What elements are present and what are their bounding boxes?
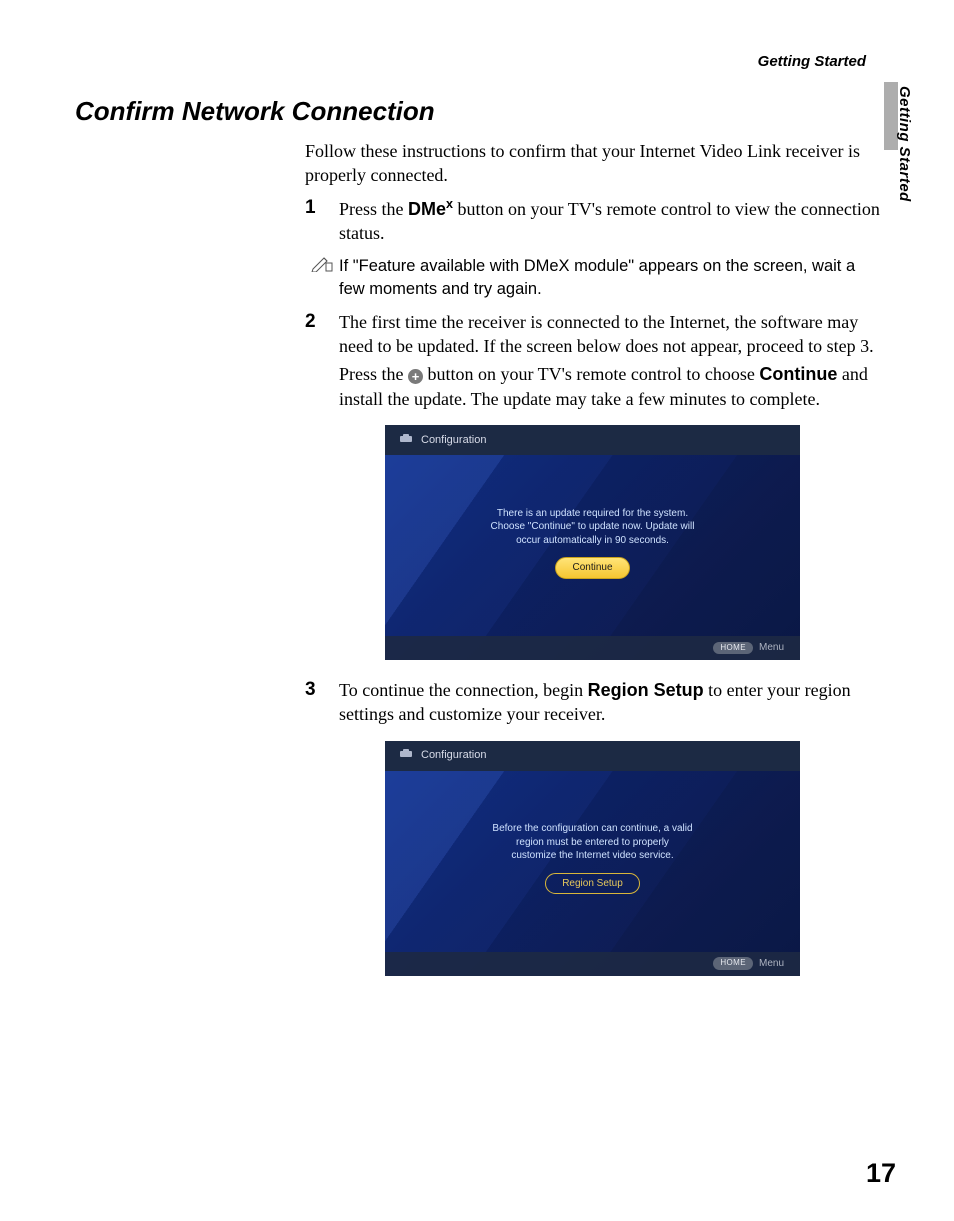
tv-message: Before the configuration can continue, a… [492,822,692,863]
body-column: Follow these instructions to confirm tha… [305,139,880,976]
tv-screenshot-region: Configuration Before the configuration c… [385,741,800,976]
text: To continue the connection, begin [339,680,588,700]
step-number: 3 [305,678,339,731]
continue-button[interactable]: Continue [555,557,629,579]
step-number: 2 [305,310,339,415]
continue-label: Continue [759,364,837,384]
dmex-button-label: DMex [408,199,453,219]
step-3: 3 To continue the connection, begin Regi… [305,678,880,731]
tv-screenshot-update: Configuration There is an update require… [385,425,800,660]
section-title: Confirm Network Connection [75,94,879,129]
text: The first time the receiver is connected… [339,310,880,359]
step-body: The first time the receiver is connected… [339,310,880,415]
step-number: 1 [305,196,339,250]
step-body: To continue the connection, begin Region… [339,678,880,731]
page-number: 17 [866,1155,896,1191]
region-setup-button[interactable]: Region Setup [545,873,640,895]
region-setup-label: Region Setup [588,680,704,700]
text: Press the [339,199,408,219]
side-section-label: Getting Started [894,86,914,202]
tv-footer: HOME Menu [385,636,800,660]
step-1: 1 Press the DMex button on your TV's rem… [305,196,880,250]
running-head: Getting Started [758,52,866,72]
text: Press the [339,364,408,384]
text: button on your TV's remote control to ch… [423,364,759,384]
home-pill: HOME [713,957,753,970]
note-text: If "Feature available with DMeX module" … [339,255,880,300]
tv-message: There is an update required for the syst… [491,507,695,548]
intro-paragraph: Follow these instructions to confirm tha… [305,139,880,188]
step-body: Press the DMex button on your TV's remot… [339,196,880,250]
plus-circle-icon: + [408,369,423,384]
home-pill: HOME [713,642,753,655]
note: If "Feature available with DMeX module" … [305,255,880,300]
tv-content: There is an update required for the syst… [385,425,800,660]
step-2: 2 The first time the receiver is connect… [305,310,880,415]
menu-label: Menu [759,957,784,971]
tv-footer: HOME Menu [385,952,800,976]
tv-content: Before the configuration can continue, a… [385,741,800,976]
manual-page: Getting Started Getting Started Confirm … [0,0,954,1221]
menu-label: Menu [759,641,784,655]
note-pencil-icon [305,255,339,272]
